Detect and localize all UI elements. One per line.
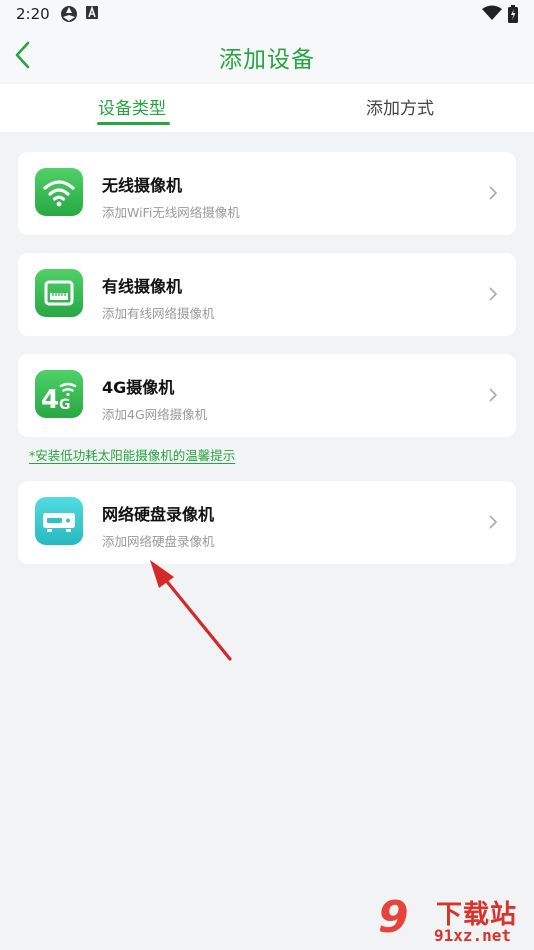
battery-icon [508,5,518,27]
watermark-logo: 9 [378,892,409,943]
nvr-icon [35,497,83,545]
annotation-arrow [150,560,232,661]
device-subtitle: 添加WiFi无线网络摄像机 [102,205,240,220]
device-subtitle: 添加有线网络摄像机 [102,306,215,321]
chevron-right-icon [489,287,498,301]
wifi-icon [482,5,502,25]
chevron-right-icon [489,388,498,402]
device-card-wireless[interactable]: 无线摄像机 添加WiFi无线网络摄像机 [18,152,516,235]
device-card-4g[interactable]: 4 G 4G摄像机 添加4G网络摄像机 [18,354,516,437]
status-time: 2:20 [16,5,50,23]
status-bar: 2:20 [0,0,534,28]
tab-add-method[interactable]: 添加方式 [366,94,434,119]
tab-bar: 设备类型 添加方式 [0,84,534,132]
page-title: 添加设备 [219,47,315,73]
app-header: 添加设备 [0,28,534,82]
device-title: 无线摄像机 [102,176,183,195]
4g-camera-icon: 4 G [35,370,83,418]
chevron-right-icon [489,186,498,200]
device-card-wired[interactable]: 有线摄像机 添加有线网络摄像机 [18,253,516,336]
device-subtitle: 添加网络硬盘录像机 [102,534,215,549]
solar-camera-tip-link[interactable]: *安装低功耗太阳能摄像机的温馨提示 [29,445,235,464]
chevron-right-icon [489,515,498,529]
svg-text:4: 4 [41,385,59,415]
watermark-url: 91xz.net [434,926,512,945]
wifi-camera-icon [35,168,83,216]
wired-camera-icon [35,269,83,317]
tab-indicator [97,122,170,125]
tab-device-type[interactable]: 设备类型 [98,94,166,119]
svg-text:G: G [59,397,71,413]
vpn-icon [60,5,78,27]
watermark: 9 下载站 91xz.net [378,892,534,950]
device-title: 4G摄像机 [102,378,175,397]
device-title: 有线摄像机 [102,277,183,296]
device-subtitle: 添加4G网络摄像机 [102,407,208,422]
device-card-nvr[interactable]: 网络硬盘录像机 添加网络硬盘录像机 [18,481,516,564]
device-title: 网络硬盘录像机 [102,505,215,524]
a-icon [86,5,100,25]
